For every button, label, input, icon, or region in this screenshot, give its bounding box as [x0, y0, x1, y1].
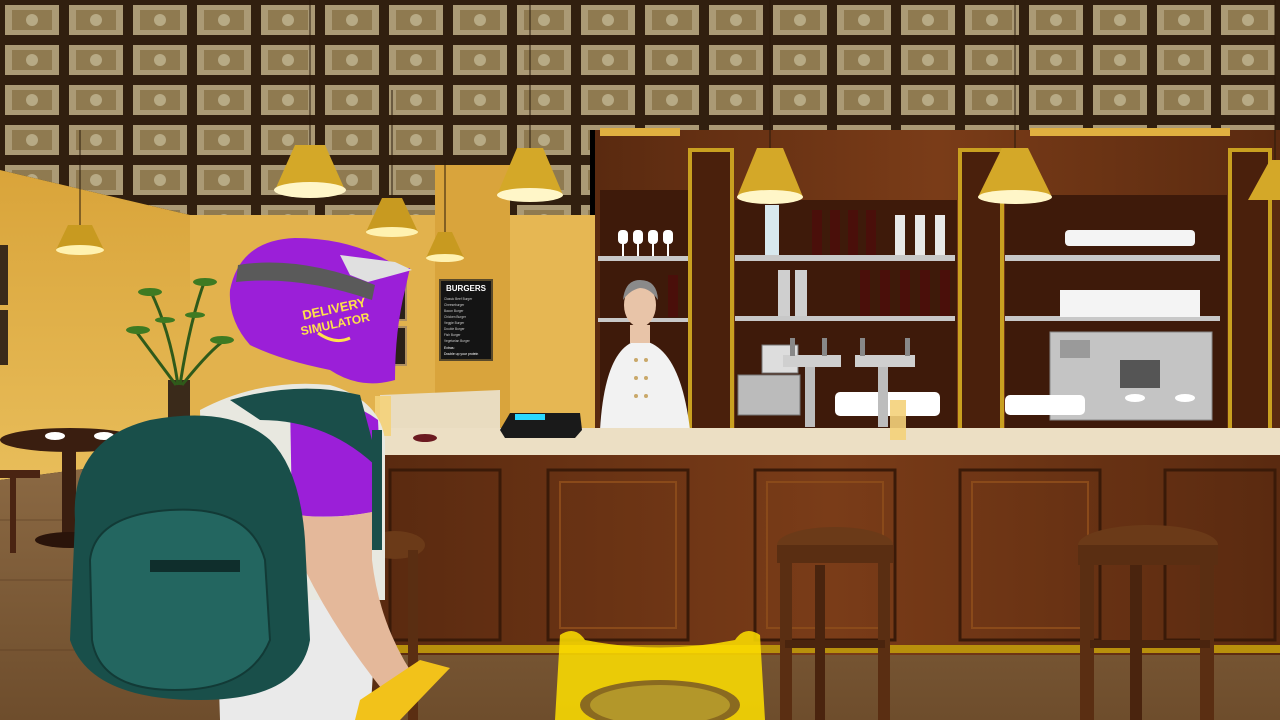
card-terminal[interactable] [500, 413, 582, 438]
menu-item: Vegetarian Burger [444, 339, 471, 343]
menu-item: Fish Burger [444, 333, 461, 337]
menu-item: Bacon Burger [444, 309, 464, 313]
menu-item: Cheeseburger [444, 303, 465, 307]
receipt-tray [413, 434, 437, 442]
menu-board-footer: Extras: [444, 346, 455, 350]
menu-board-title: BURGERS [446, 284, 487, 293]
menu-item: Chicken Burger [444, 315, 467, 319]
menu-board-footer: Double up your protein [444, 352, 478, 356]
menu-item: Double Burger [444, 327, 465, 331]
menu-board: BURGERS Classic Beef Burger Cheeseburger… [439, 279, 493, 361]
menu-item: Veggie Burger [444, 321, 465, 325]
menu-item: Classic Beef Burger [444, 297, 473, 301]
game-scene: BURGERS Classic Beef Burger Cheeseburger… [0, 0, 1280, 720]
game-viewport[interactable]: BURGERS Classic Beef Burger Cheeseburger… [0, 0, 1280, 720]
